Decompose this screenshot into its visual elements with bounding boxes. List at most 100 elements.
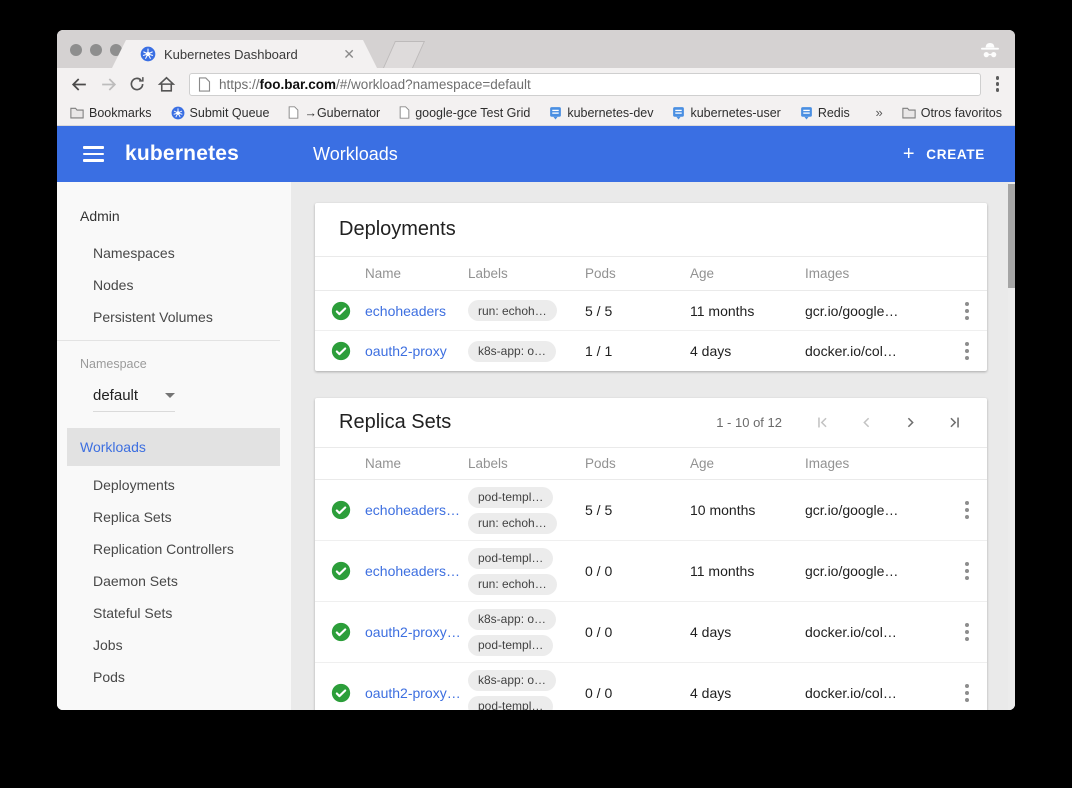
age-cell: 11 months — [690, 303, 805, 319]
previous-page-button[interactable] — [858, 414, 875, 431]
scrollbar-thumb[interactable] — [1008, 184, 1015, 288]
desktop-background: Kubernetes Dashboard ✕ — [0, 0, 1072, 788]
sidebar-item-deployments[interactable]: Deployments — [93, 469, 291, 501]
bookmarks-bar: Bookmarks Submit Queue →Gubernato — [57, 100, 1015, 126]
url-protocol: https:// — [219, 77, 260, 92]
bookmark-bookmarks-folder[interactable]: Bookmarks — [70, 106, 152, 120]
row-actions-menu-icon[interactable] — [955, 336, 979, 366]
column-header-images: Images — [805, 266, 935, 281]
sidebar-item-replica-sets[interactable]: Replica Sets — [93, 501, 291, 533]
url-path: /#/workload?namespace=default — [336, 77, 531, 92]
hamburger-menu-icon[interactable] — [83, 146, 104, 162]
images-cell: gcr.io/google… — [805, 563, 935, 579]
new-tab-button[interactable] — [383, 41, 425, 68]
close-window-button[interactable] — [70, 44, 82, 56]
images-cell: docker.io/col… — [805, 624, 935, 640]
check-circle-icon — [331, 561, 351, 581]
page-icon — [288, 106, 299, 119]
namespace-select[interactable]: default — [93, 380, 175, 412]
sidebar-item-admin[interactable]: Admin — [80, 200, 291, 232]
browser-window: Kubernetes Dashboard ✕ — [57, 30, 1015, 710]
next-page-button[interactable] — [902, 414, 919, 431]
check-circle-icon — [331, 683, 351, 703]
row-actions-menu-icon[interactable] — [955, 678, 979, 708]
bookmark-gubernator[interactable]: →Gubernator — [288, 106, 380, 120]
table-row: echoheaders… pod-templ… run: echoh… 0 / … — [315, 541, 987, 602]
chat-icon — [672, 106, 685, 120]
check-circle-icon — [331, 622, 351, 642]
page-scrollbar[interactable] — [1008, 182, 1015, 710]
replica-set-link[interactable]: oauth2-proxy… — [365, 685, 468, 701]
chevron-down-icon — [165, 393, 175, 403]
column-header-age: Age — [690, 266, 805, 281]
minimize-window-button[interactable] — [90, 44, 102, 56]
label-chip: pod-templ… — [468, 696, 553, 711]
images-cell: docker.io/col… — [805, 343, 935, 359]
bookmark-redis[interactable]: Redis — [800, 106, 850, 120]
row-actions-menu-icon[interactable] — [955, 556, 979, 586]
create-button[interactable]: + CREATE — [903, 144, 985, 164]
bookmarks-overflow-chevron[interactable]: » — [875, 105, 882, 120]
sidebar-item-daemon-sets[interactable]: Daemon Sets — [93, 565, 291, 597]
table-row: oauth2-proxy k8s-app: o… 1 / 1 4 days do… — [315, 331, 987, 371]
browser-titlebar: Kubernetes Dashboard ✕ — [57, 30, 1015, 68]
chat-icon — [800, 106, 813, 120]
refresh-button[interactable] — [125, 73, 149, 95]
replica-set-link[interactable]: echoheaders… — [365, 563, 468, 579]
bookmark-kubernetes-user[interactable]: kubernetes-user — [672, 106, 780, 120]
chevron-left-icon — [858, 414, 875, 431]
chevron-right-icon — [902, 414, 919, 431]
folder-icon — [902, 107, 916, 119]
row-actions-menu-icon[interactable] — [955, 495, 979, 525]
page-title: Workloads — [313, 144, 398, 165]
sidebar-item-replication-controllers[interactable]: Replication Controllers — [93, 533, 291, 565]
pods-cell: 5 / 5 — [585, 502, 690, 518]
workloads-sub-list: Deployments Replica Sets Replication Con… — [57, 469, 291, 693]
namespace-selected-value: default — [93, 380, 138, 411]
check-circle-icon — [331, 301, 351, 321]
pagination: 1 - 10 of 12 — [716, 414, 963, 431]
sidebar-item-workloads[interactable]: Workloads — [67, 428, 280, 466]
deployments-card-header: Deployments — [315, 203, 987, 257]
replica-set-link[interactable]: echoheaders… — [365, 502, 468, 518]
sidebar-item-persistent-volumes[interactable]: Persistent Volumes — [93, 301, 291, 333]
page-icon — [399, 106, 410, 119]
deployments-title: Deployments — [339, 218, 456, 241]
deployment-link[interactable]: oauth2-proxy — [365, 343, 468, 359]
sidebar-item-jobs[interactable]: Jobs — [93, 629, 291, 661]
back-button[interactable] — [67, 73, 91, 95]
last-page-button[interactable] — [946, 414, 963, 431]
url-bar[interactable]: https://foo.bar.com/#/workload?namespace… — [189, 73, 981, 96]
forward-button[interactable] — [96, 73, 120, 95]
back-arrow-icon — [70, 75, 89, 94]
sidebar-item-nodes[interactable]: Nodes — [93, 269, 291, 301]
column-header-name: Name — [365, 266, 468, 281]
url-domain: foo.bar.com — [260, 77, 337, 92]
pods-cell: 0 / 0 — [585, 563, 690, 579]
namespace-label: Namespace — [80, 348, 291, 380]
replica-set-link[interactable]: oauth2-proxy… — [365, 624, 468, 640]
column-header-pods: Pods — [585, 456, 690, 471]
bookmark-otros-favoritos-folder[interactable]: Otros favoritos — [902, 106, 1002, 120]
bookmark-submit-queue[interactable]: Submit Queue — [171, 106, 270, 120]
incognito-icon — [978, 38, 1002, 62]
row-actions-menu-icon[interactable] — [955, 296, 979, 326]
bookmark-kubernetes-dev[interactable]: kubernetes-dev — [549, 106, 653, 120]
replica-sets-column-headers: Name Labels Pods Age Images — [315, 448, 987, 480]
kubernetes-brand[interactable]: kubernetes — [125, 142, 239, 166]
row-actions-menu-icon[interactable] — [955, 617, 979, 647]
sidebar-item-stateful-sets[interactable]: Stateful Sets — [93, 597, 291, 629]
bookmark-google-gce-test-grid[interactable]: google-gce Test Grid — [399, 106, 530, 120]
replica-sets-card: Replica Sets 1 - 10 of 12 — [315, 398, 987, 710]
browser-menu-button[interactable] — [990, 72, 1006, 96]
plus-icon: + — [903, 144, 915, 164]
table-row: oauth2-proxy… k8s-app: o… pod-templ… 0 /… — [315, 602, 987, 663]
home-button[interactable] — [154, 73, 178, 95]
tab-close-icon[interactable]: ✕ — [343, 47, 355, 61]
deployment-link[interactable]: echoheaders — [365, 303, 468, 319]
sidebar-item-pods[interactable]: Pods — [93, 661, 291, 693]
browser-tab[interactable]: Kubernetes Dashboard ✕ — [112, 40, 377, 68]
first-page-button[interactable] — [814, 414, 831, 431]
sidebar-item-namespaces[interactable]: Namespaces — [93, 237, 291, 269]
label-chip: k8s-app: o… — [468, 341, 556, 362]
